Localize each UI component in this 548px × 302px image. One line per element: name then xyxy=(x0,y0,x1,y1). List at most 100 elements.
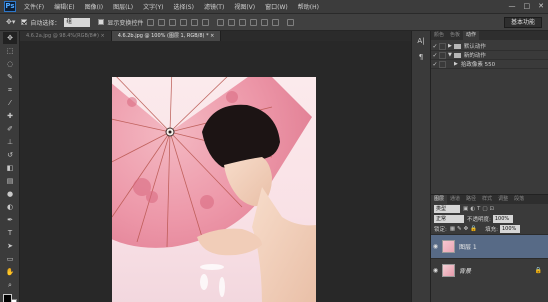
healing-brush-tool-icon[interactable]: ✚ xyxy=(3,110,17,122)
shape-tool-icon[interactable]: ▭ xyxy=(3,253,17,265)
tab-paragraph[interactable]: 段落 xyxy=(511,195,527,204)
lock-fill-row: 锁定: ▦✎✥🔒 填充: 100% xyxy=(431,224,548,234)
align-right-icon[interactable] xyxy=(202,18,210,26)
quick-select-tool-icon[interactable]: ✎ xyxy=(3,71,17,83)
menu-help[interactable]: 帮助(H) xyxy=(298,2,319,11)
move-tool-icon[interactable]: ✥▾ xyxy=(6,18,15,26)
align-hcenter-icon[interactable] xyxy=(191,18,199,26)
align-bottom-icon[interactable] xyxy=(169,18,177,26)
align-left-icon[interactable] xyxy=(180,18,188,26)
dialog-toggle[interactable] xyxy=(439,51,446,59)
tab-layers[interactable]: 图层 xyxy=(431,195,448,204)
blend-mode-dropdown[interactable]: 正常 xyxy=(434,215,464,223)
blur-tool-icon[interactable]: ● xyxy=(3,188,17,200)
check-icon[interactable]: ✓ xyxy=(431,43,439,50)
distribute-hcenter-icon[interactable] xyxy=(261,18,269,26)
photo-umbrella-woman xyxy=(112,77,316,302)
menu-edit[interactable]: 编辑(E) xyxy=(54,2,74,11)
distribute-top-icon[interactable] xyxy=(217,18,225,26)
character-panel-icon[interactable]: A| xyxy=(416,37,426,47)
distribute-left-icon[interactable] xyxy=(250,18,258,26)
paragraph-panel-icon[interactable]: ¶ xyxy=(416,53,426,63)
tab-actions[interactable]: 动作 xyxy=(463,31,480,40)
pen-tool-icon[interactable]: ✒ xyxy=(3,214,17,226)
collapse-arrow-icon[interactable]: ▼ xyxy=(448,52,452,58)
distribute-bottom-icon[interactable] xyxy=(239,18,247,26)
menu-bar: Ps 文件(F) 编辑(E) 图像(I) 图层(L) 文字(Y) 选择(S) 滤… xyxy=(0,0,548,13)
tab-swatches[interactable]: 色板 xyxy=(447,31,463,40)
check-icon[interactable]: ✓ xyxy=(431,61,439,68)
fill-label: 填充: xyxy=(485,227,498,233)
check-icon[interactable]: ✓ xyxy=(431,52,439,59)
action-item[interactable]: ✓ ▶ 拾政像素 550 xyxy=(431,60,548,69)
tab-document-4-6-2a[interactable]: 4.6.2a.jpg @ 98.4%(RGB/8#) × xyxy=(20,31,112,41)
lock-icons[interactable]: ▦✎✥🔒 xyxy=(450,226,479,232)
menu-type[interactable]: 文字(Y) xyxy=(143,2,163,11)
menu-file[interactable]: 文件(F) xyxy=(24,2,44,11)
lasso-tool-icon[interactable]: ◌ xyxy=(3,58,17,70)
layer-name[interactable]: 图层 1 xyxy=(459,242,477,251)
layer-kind-filter[interactable]: 类型 xyxy=(434,205,460,213)
align-vcenter-icon[interactable] xyxy=(158,18,166,26)
auto-select-checkbox[interactable] xyxy=(21,19,28,25)
fill-input[interactable]: 100% xyxy=(499,225,520,233)
tab-document-4-6-2b[interactable]: 4.6.2b.jpg @ 100% (图层 1, RGB/8) * × xyxy=(111,31,222,41)
gradient-tool-icon[interactable]: ▤ xyxy=(3,175,17,187)
menu-filter[interactable]: 滤镜(T) xyxy=(204,2,224,11)
dodge-tool-icon[interactable]: ◐ xyxy=(3,201,17,213)
action-set-default[interactable]: ✓ ▶ 默认动作 xyxy=(431,42,548,51)
action-set-label: 新的动作 xyxy=(463,53,486,59)
action-set-new[interactable]: ✓ ▼ 新的动作 xyxy=(431,51,548,60)
color-swatches-actions-tabs: 颜色 色板 动作 xyxy=(431,31,548,40)
minimize-icon[interactable]: — xyxy=(509,2,516,10)
canvas-area[interactable] xyxy=(20,41,411,302)
zoom-tool-icon[interactable]: ⌕ xyxy=(3,279,17,291)
history-brush-tool-icon[interactable]: ↺ xyxy=(3,149,17,161)
layer-name[interactable]: 背景 xyxy=(459,266,471,275)
hand-tool-icon[interactable]: ✋ xyxy=(3,266,17,278)
align-top-icon[interactable] xyxy=(147,18,155,26)
menu-select[interactable]: 选择(S) xyxy=(173,2,194,11)
tab-color[interactable]: 颜色 xyxy=(431,31,447,40)
eye-icon[interactable]: ◉ xyxy=(431,267,440,274)
close-icon[interactable]: ✕ xyxy=(538,2,544,10)
opacity-input[interactable]: 100% xyxy=(492,215,513,223)
distribute-right-icon[interactable] xyxy=(272,18,280,26)
auto-align-icon[interactable] xyxy=(287,18,295,26)
brush-tool-icon[interactable]: ✐ xyxy=(3,123,17,135)
marquee-tool-icon[interactable]: ⬚ xyxy=(3,45,17,57)
photoshop-logo: Ps xyxy=(4,1,16,12)
tab-styles[interactable]: 样式 xyxy=(479,195,495,204)
expand-arrow-icon[interactable]: ▶ xyxy=(448,43,452,49)
move-tool-icon[interactable]: ✥ xyxy=(3,32,17,44)
menu-window[interactable]: 窗口(W) xyxy=(265,2,288,11)
color-swatches[interactable] xyxy=(3,294,17,302)
dialog-toggle[interactable] xyxy=(439,60,446,68)
path-select-tool-icon[interactable]: ➤ xyxy=(3,240,17,252)
expand-arrow-icon[interactable]: ▶ xyxy=(454,61,458,67)
distribute-vcenter-icon[interactable] xyxy=(228,18,236,26)
eyedropper-tool-icon[interactable]: ⁄ xyxy=(3,97,17,109)
foreground-color-swatch[interactable] xyxy=(3,294,12,302)
layers-panel: 图层 通道 路径 样式 调整 段落 类型 ▣◐T▢⊡ 正常 不透明度: 100%… xyxy=(431,194,548,302)
menu-image[interactable]: 图像(I) xyxy=(85,2,103,11)
clone-stamp-tool-icon[interactable]: ⊥ xyxy=(3,136,17,148)
menu-layer[interactable]: 图层(L) xyxy=(113,2,133,11)
maximize-icon[interactable]: □ xyxy=(524,2,531,10)
menu-view[interactable]: 视图(V) xyxy=(234,2,255,11)
auto-select-dropdown[interactable]: 组 xyxy=(64,17,91,27)
type-tool-icon[interactable]: T xyxy=(3,227,17,239)
eraser-tool-icon[interactable]: ◧ xyxy=(3,162,17,174)
eye-icon[interactable]: ◉ xyxy=(431,243,440,250)
crop-tool-icon[interactable]: ⌗ xyxy=(3,84,17,96)
workspace-switcher[interactable]: 基本功能 xyxy=(504,17,542,28)
layer-row[interactable]: ◉ 背景 🔒 xyxy=(431,258,548,282)
filter-icons[interactable]: ▣◐T▢⊡ xyxy=(463,206,496,212)
show-transform-checkbox[interactable] xyxy=(98,19,105,25)
layer-row[interactable]: ◉ 图层 1 xyxy=(431,234,548,258)
tab-adjustments[interactable]: 调整 xyxy=(495,195,511,204)
tab-channels[interactable]: 通道 xyxy=(447,195,463,204)
document-canvas[interactable] xyxy=(112,77,316,302)
tab-paths[interactable]: 路径 xyxy=(463,195,479,204)
dialog-toggle[interactable] xyxy=(439,42,446,50)
